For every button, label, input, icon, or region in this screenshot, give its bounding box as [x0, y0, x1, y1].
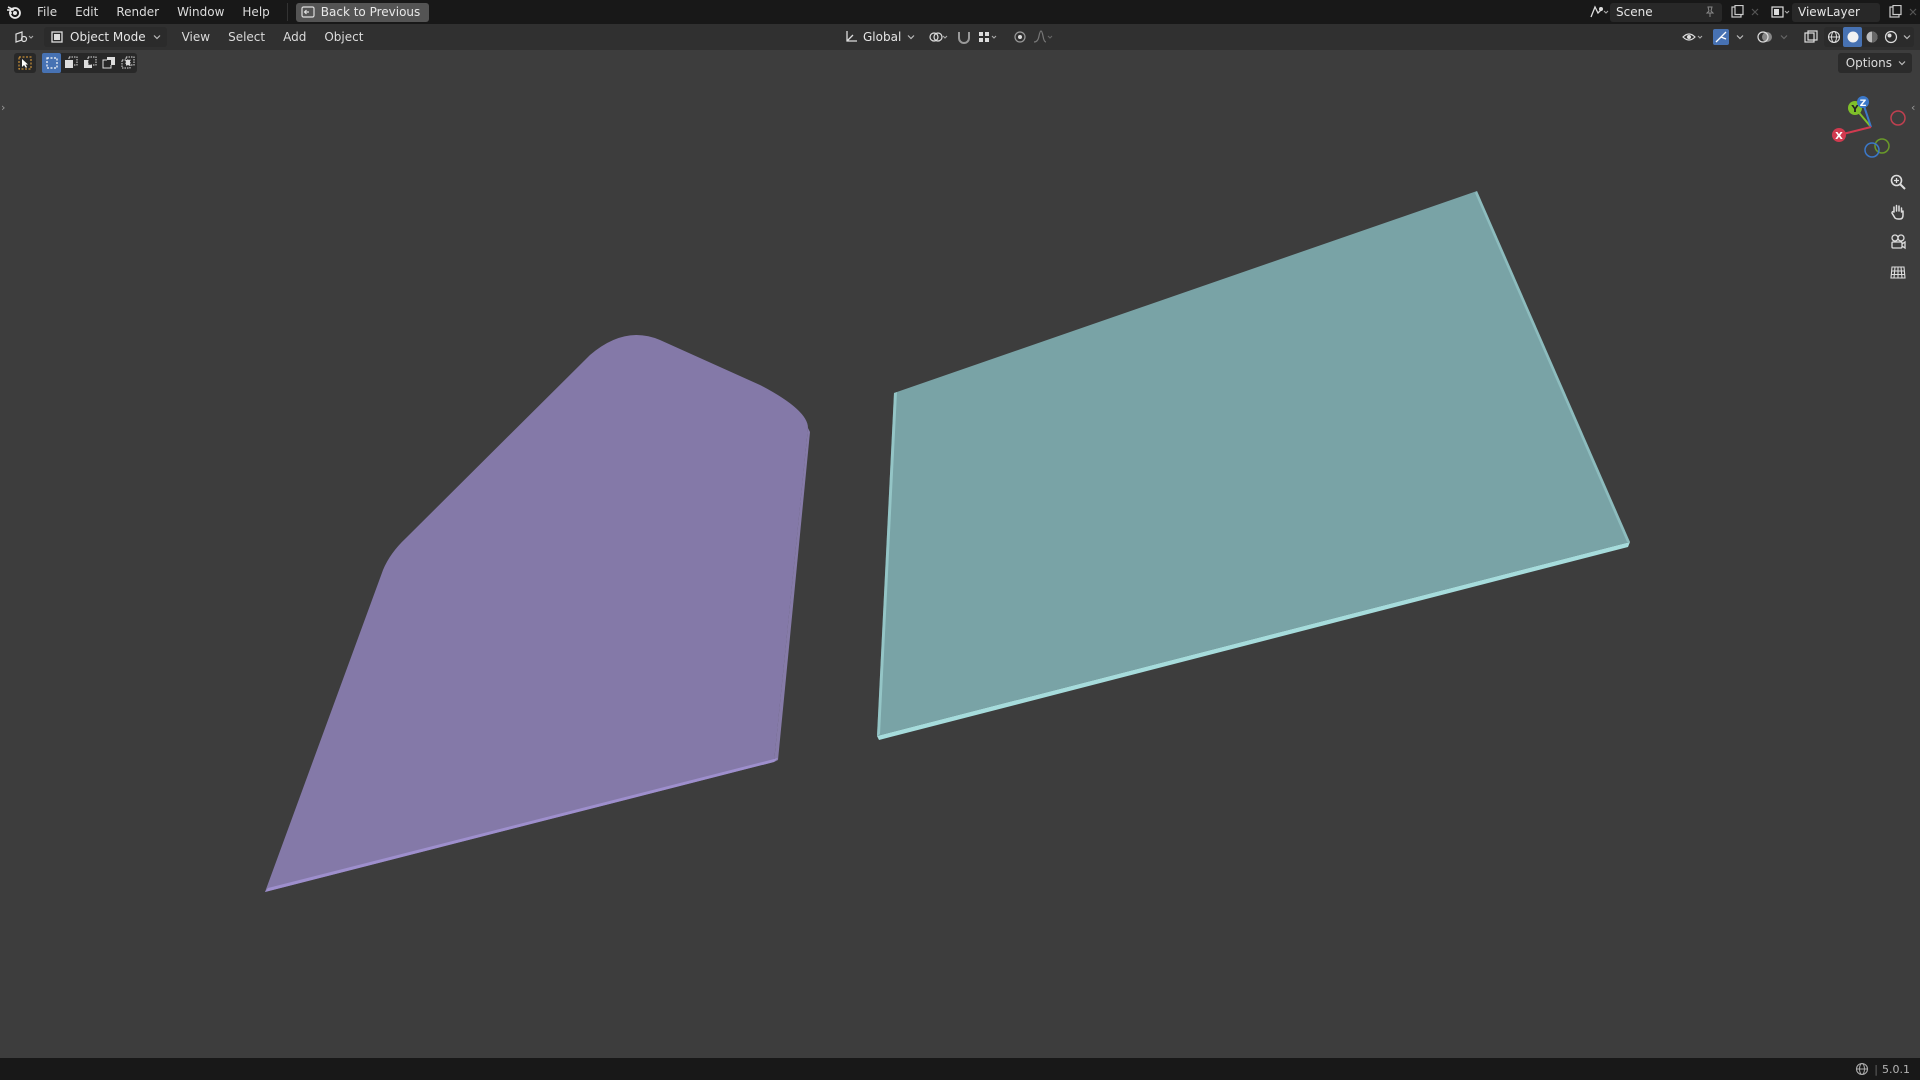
- rendered-shading-icon[interactable]: [1881, 27, 1900, 47]
- blender-logo-icon[interactable]: [6, 4, 22, 20]
- zoom-icon[interactable]: [1884, 168, 1912, 196]
- scene-name: Scene: [1616, 5, 1653, 19]
- sidebar-expand-arrow[interactable]: ‹: [1911, 101, 1915, 114]
- svg-text:Y: Y: [1850, 104, 1859, 115]
- version-label: 5.0.1: [1882, 1062, 1910, 1076]
- select-intersect-icon[interactable]: [118, 53, 137, 73]
- globe-icon: [1856, 1062, 1869, 1076]
- view-layer-name: ViewLayer: [1798, 5, 1860, 19]
- purple-plane[interactable]: [265, 335, 810, 892]
- screen-back-icon: [301, 6, 315, 18]
- status-bar: | 5.0.1: [0, 1058, 1920, 1080]
- back-to-previous-button[interactable]: Back to Previous: [295, 2, 430, 22]
- snap-target-icon[interactable]: [975, 28, 1001, 47]
- chevron-down-icon: [1898, 61, 1906, 66]
- menu-help[interactable]: Help: [233, 0, 278, 24]
- svg-text:X: X: [1835, 131, 1843, 142]
- delete-scene-icon[interactable]: [1748, 3, 1762, 22]
- grid-ortho-icon[interactable]: [1884, 258, 1912, 286]
- pivot-point-icon[interactable]: [925, 28, 953, 47]
- gizmo-dropdown-icon[interactable]: [1734, 28, 1746, 47]
- toolbar-expand-arrow[interactable]: ›: [1, 101, 5, 114]
- menu-edit[interactable]: Edit: [66, 0, 107, 24]
- scene-selector-icon[interactable]: [1588, 3, 1610, 22]
- orientation-label: Global: [863, 30, 902, 44]
- menu-render[interactable]: Render: [107, 0, 168, 24]
- hand-pan-icon[interactable]: [1884, 198, 1912, 226]
- divider: [286, 3, 288, 21]
- camera-icon[interactable]: [1884, 228, 1912, 256]
- pin-icon[interactable]: [1704, 6, 1716, 18]
- object-mode-label: Object Mode: [70, 30, 146, 44]
- select-tool-icon[interactable]: [14, 53, 36, 73]
- version-info: | 5.0.1: [1855, 1062, 1910, 1076]
- object-mode-dropdown[interactable]: Object Mode: [44, 27, 167, 47]
- select-subtract-icon[interactable]: [80, 53, 99, 73]
- viewport-canvas[interactable]: X Y Z: [0, 0, 1920, 1080]
- shading-dropdown-icon[interactable]: [1900, 27, 1914, 47]
- view-layer-selector-icon[interactable]: [1770, 3, 1792, 22]
- scene-field[interactable]: Scene: [1610, 2, 1722, 22]
- solid-shading-icon[interactable]: [1843, 27, 1862, 47]
- menu-select[interactable]: Select: [219, 24, 274, 50]
- shading-mode-group: [1824, 27, 1914, 47]
- viewport-header: Object Mode View Select Add Object Globa…: [0, 24, 1920, 50]
- proportional-falloff-icon[interactable]: [1031, 28, 1057, 47]
- select-new-icon[interactable]: [42, 53, 61, 73]
- menu-view[interactable]: View: [173, 24, 219, 50]
- viewport-display-controls: [1680, 24, 1914, 50]
- status-divider: |: [1874, 1062, 1878, 1076]
- overlays-toggle-icon[interactable]: [1752, 28, 1778, 47]
- options-label: Options: [1845, 56, 1892, 70]
- menu-window[interactable]: Window: [168, 0, 233, 24]
- orientation-dropdown[interactable]: Global: [840, 27, 919, 47]
- chevron-down-icon: [153, 35, 161, 40]
- top-bar: File Edit Render Window Help Back to Pre…: [0, 0, 1920, 24]
- transform-controls: Global: [836, 24, 1057, 50]
- select-extend-icon[interactable]: [61, 53, 80, 73]
- options-dropdown[interactable]: Options: [1837, 53, 1912, 73]
- new-view-layer-icon[interactable]: [1884, 3, 1906, 22]
- object-mode-icon: [51, 31, 63, 43]
- proportional-editing-icon[interactable]: [1009, 28, 1031, 47]
- wireframe-shading-icon[interactable]: [1824, 27, 1843, 47]
- visibility-icon[interactable]: [1680, 28, 1708, 47]
- view-layer-field[interactable]: ViewLayer: [1792, 2, 1880, 22]
- topbar-right: Scene ViewLayer: [1588, 0, 1920, 24]
- new-scene-icon[interactable]: [1726, 3, 1748, 22]
- teal-plane[interactable]: [877, 191, 1630, 740]
- material-preview-icon[interactable]: [1862, 27, 1881, 47]
- tool-settings-row: [14, 53, 137, 73]
- orientation-icon: [846, 31, 857, 42]
- delete-view-layer-icon[interactable]: [1906, 3, 1920, 22]
- menu-file[interactable]: File: [28, 0, 66, 24]
- select-invert-icon[interactable]: [99, 53, 118, 73]
- editor-type-icon[interactable]: [10, 28, 40, 47]
- gizmo-toggle-icon[interactable]: [1708, 28, 1734, 47]
- back-to-previous-label: Back to Previous: [320, 5, 421, 19]
- viewport-navigation-tools: [1884, 168, 1912, 288]
- menu-add[interactable]: Add: [274, 24, 315, 50]
- snap-toggle-icon[interactable]: [953, 28, 975, 47]
- selection-mode-group: [42, 53, 137, 73]
- menu-object[interactable]: Object: [315, 24, 372, 50]
- chevron-down-icon: [907, 35, 915, 40]
- svg-text:Z: Z: [1860, 99, 1867, 109]
- overlays-dropdown-icon[interactable]: [1778, 28, 1790, 47]
- xray-toggle-icon[interactable]: [1798, 28, 1824, 47]
- navigation-gizmo[interactable]: X Y Z: [1832, 96, 1906, 158]
